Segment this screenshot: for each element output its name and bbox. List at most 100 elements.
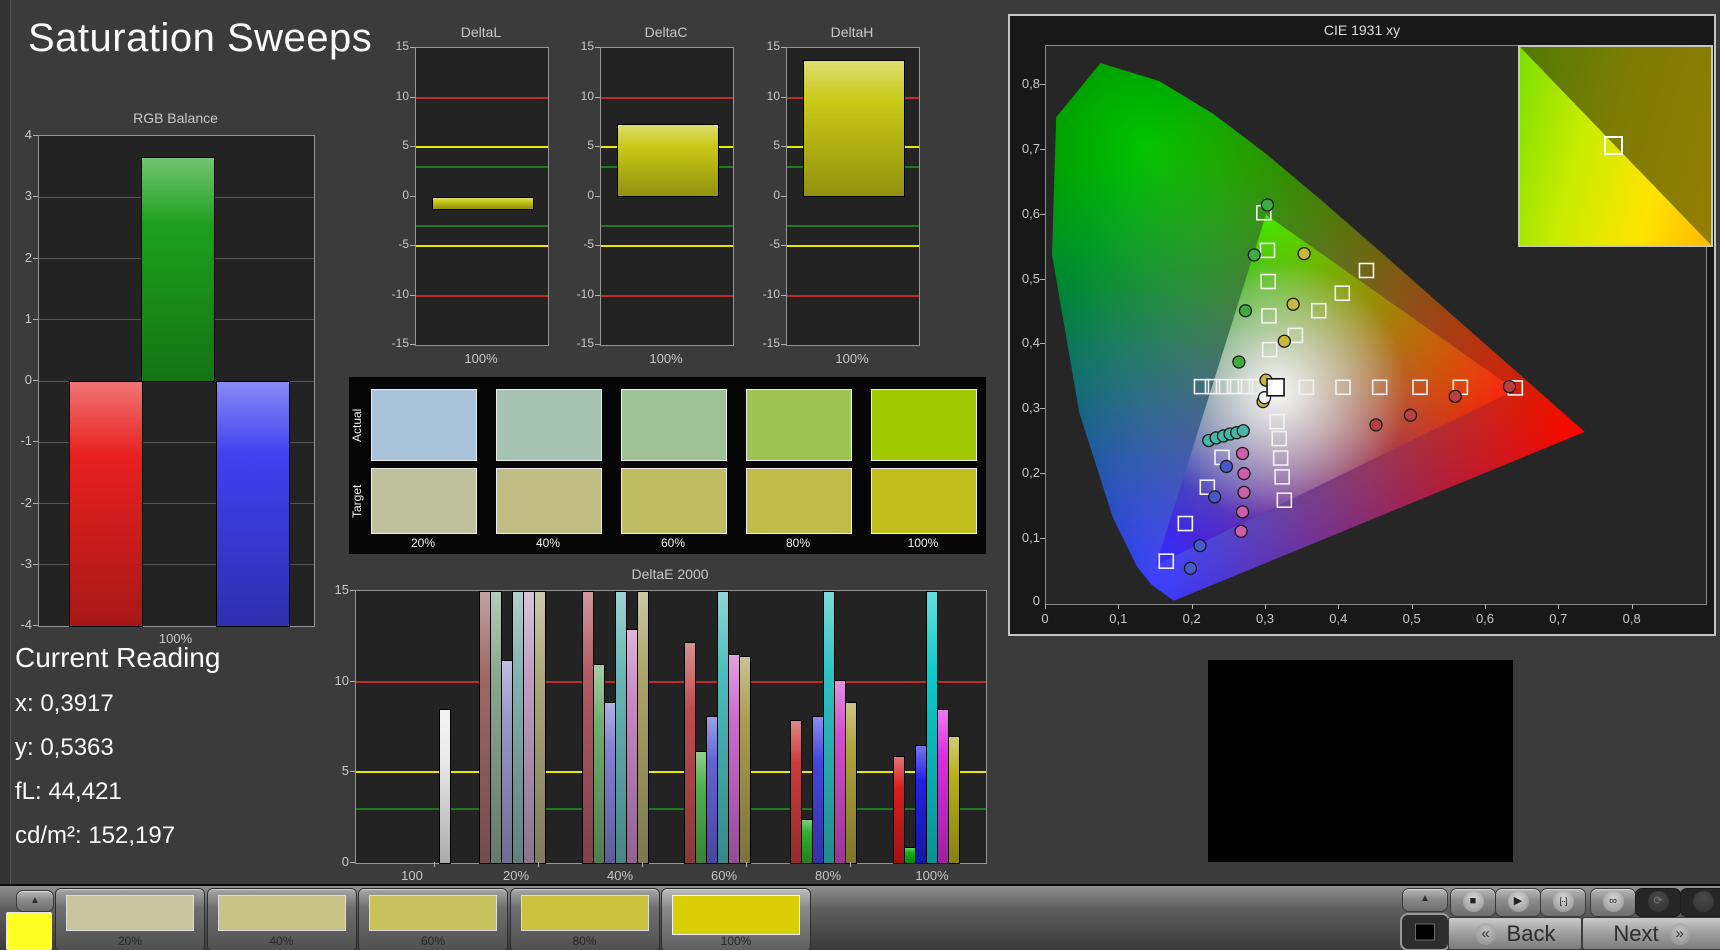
inset-target-marker [1604,136,1624,156]
delta-bar [617,124,719,198]
bracket-button[interactable]: [··] [1540,888,1586,917]
cie-x-tick [1631,604,1633,609]
play-button[interactable]: ▶ [1495,888,1541,917]
cie-y-tick-label: 0,6 [1021,205,1040,221]
blank-button[interactable] [1680,888,1720,917]
delta-y-tick [410,96,415,98]
current-reading-heading: Current Reading [15,642,221,673]
deltae-ref-line-red [356,680,986,683]
delta-y-tick [595,47,600,48]
delta-y-tick [595,146,600,147]
delta-y-tick [595,294,600,296]
swatch-column-label: 100% [907,536,939,550]
patch-button-80%[interactable]: 80% [509,888,660,950]
bottom-toolbar: ▲ 20% 40% 60% 80% 100% ▲ ■ ▶ [··] ∞ ⟳ « Back Nex… [0,884,1720,950]
cie-target-square [1276,492,1293,508]
cie-y-tick-label: 0,7 [1021,140,1040,156]
delta-y-tick-label: -15 [762,336,780,350]
collapse-controls-button[interactable]: ▲ [1402,888,1448,912]
ref-line-green [601,225,733,228]
rgb-y-tick [33,318,38,320]
deltae-group-label: 100% [915,868,949,883]
cie-target-square [1193,378,1210,395]
left-edge-strip [0,0,11,950]
rgb-y-tick [33,625,38,626]
swatch-column-label: 20% [410,536,436,550]
actual-swatch-80% [746,389,852,461]
ref-line-green [416,225,548,228]
delta-y-tick [410,47,415,48]
cie-target-square [1298,379,1315,396]
delta-chart-title: DeltaC [644,24,688,40]
delta-x-label: 100% [649,351,683,366]
cie-measured-point [1183,561,1198,575]
delta-chart-deltac [600,47,734,346]
cie-y-zero-label: 0 [1032,593,1040,608]
rgb-y-tick-label: 0 [24,372,32,387]
stop-icon: ■ [1462,891,1484,913]
target-row-label: Target [350,484,364,518]
delta-y-tick-label: 0 [773,187,780,202]
cie-measured-point [1502,379,1517,394]
cie-measured-point [1234,524,1248,538]
patch-button-label: 20% [117,934,143,948]
deltae-y-tick [350,862,355,863]
stop-button[interactable]: ■ [1450,888,1496,917]
cie-measured-point [1236,424,1250,438]
pattern-window-button[interactable] [1400,913,1450,950]
deltae-group-label: 100 [401,868,423,883]
delta-y-tick-label: -5 [398,237,409,251]
delta-chart-title: DeltaL [460,24,502,40]
rgb-bar-blue [216,381,290,627]
cie-whitepoint-square [1266,377,1285,397]
cie-measured-point [1277,334,1291,348]
cie-measured-point [1193,538,1207,553]
patch-button-label: 40% [269,934,294,948]
cie-x-tick-label: 0,3 [1255,611,1275,626]
delta-y-tick-label: -15 [391,336,409,350]
cie-target-square [1334,285,1351,302]
rgb-y-tick [33,563,38,565]
delta-y-tick [781,146,786,147]
swatch-column-label: 80% [785,536,811,550]
cie-y-tick [1040,83,1045,85]
delta-chart-title: DeltaH [830,24,874,40]
rgb-y-tick-label: -2 [20,494,32,510]
delta-y-tick-label: 5 [402,138,409,152]
delta-y-tick [781,344,786,345]
next-button[interactable]: Next » [1582,917,1720,950]
rgb-bar-green [141,157,215,382]
cie-target-square [1269,413,1285,430]
cie-x-tick [1411,604,1413,609]
patch-button-40%[interactable]: 40% [206,888,357,950]
refresh-button[interactable]: ⟳ [1635,888,1681,917]
ref-line-red [601,294,733,297]
bracket-icon: [··] [1552,891,1574,913]
cie-x-tick-label: 0,6 [1475,611,1495,626]
rgb-y-tick-label: 3 [24,188,32,204]
rgb-y-tick-label: 2 [24,249,32,265]
cie-y-tick-label: 0,2 [1021,465,1040,481]
deltae-bar [739,656,751,864]
delta-y-tick-label: 10 [766,88,780,103]
rgb-y-tick-label: -4 [20,617,32,632]
actual-target-panel: Actual Target 20% 40% 60% 80% 100% [349,377,986,554]
target-swatch-60% [621,468,727,534]
patch-button-100%[interactable]: 100% [661,888,811,950]
rgb-y-tick [33,196,38,198]
collapse-toolbar-button[interactable]: ▲ [16,890,54,912]
delta-x-label: 100% [835,351,869,366]
cie-target-square [1261,341,1278,358]
infinity-button[interactable]: ∞ [1590,888,1636,917]
back-button[interactable]: « Back [1448,917,1582,950]
patch-button-20%[interactable]: 20% [55,888,205,950]
infinity-icon: ∞ [1602,891,1624,913]
back-chevron-icon: « [1474,922,1497,945]
deltae-title: DeltaE 2000 [631,566,709,582]
delta-y-tick [410,146,415,147]
cie-x-tick [1118,604,1120,609]
cie-y-tick-label: 0,8 [1021,75,1040,91]
deltae-bar [948,736,960,864]
patch-button-60%[interactable]: 60% [358,888,508,950]
actual-swatch-20% [371,389,477,461]
